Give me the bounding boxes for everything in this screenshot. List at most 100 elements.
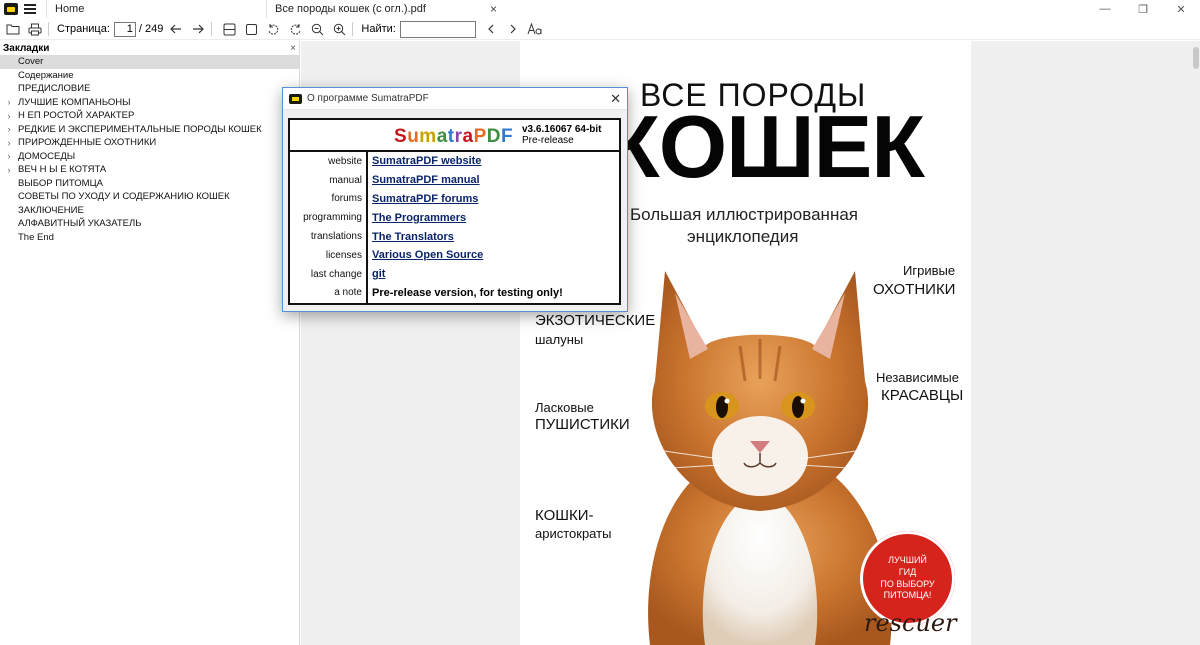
- about-header: SumatraPDF v3.6.16067 64-bit Pre-release: [290, 120, 619, 152]
- bookmark-item[interactable]: Содержание: [0, 69, 299, 83]
- bookmark-item[interactable]: › Н ЕП РОСТОЙ ХАРАКТЕР: [0, 109, 299, 123]
- logo-letter: m: [419, 126, 437, 147]
- find-prev-icon[interactable]: [482, 20, 500, 38]
- about-row: programming The Programmers: [290, 208, 619, 227]
- find-next-icon[interactable]: [504, 20, 522, 38]
- logo-letter: t: [447, 126, 455, 147]
- about-link[interactable]: SumatraPDF manual: [372, 174, 480, 186]
- bookmark-list: Cover Содержание ПРЕДИСЛОВИЕ › ЛУЧШИЕ КОМПАН…: [0, 55, 299, 244]
- scrollbar-thumb[interactable]: [1193, 47, 1199, 69]
- logo-letter: r: [454, 126, 463, 147]
- about-row: manual SumatraPDF manual: [290, 171, 619, 190]
- title-bar: Home Все породы кошек (с огл.).pdf × — ❐…: [0, 0, 1200, 18]
- cover-label: ПУШИСТИКИ: [535, 416, 630, 433]
- page-number-input[interactable]: 1: [113, 21, 136, 37]
- expand-chevron-icon[interactable]: ›: [0, 124, 18, 134]
- about-link[interactable]: The Programmers: [372, 212, 466, 224]
- cover-label: Независимые: [876, 370, 959, 385]
- bookmark-item[interactable]: СОВЕТЫ ПО УХОДУ И СОДЕРЖАНИЮ КОШЕК: [0, 190, 299, 204]
- bookmark-label: Содержание: [18, 69, 74, 81]
- vertical-scrollbar[interactable]: [1192, 41, 1200, 645]
- restore-button[interactable]: ❐: [1124, 0, 1162, 18]
- bookmarks-sidebar: Закладки × Cover Содержание ПРЕДИСЛОВИЕ › ЛУ…: [0, 41, 300, 645]
- dialog-title: О программе SumatraPDF: [307, 93, 429, 104]
- cover-label: Игривые: [903, 263, 956, 278]
- bookmark-item[interactable]: › ЛУЧШИЕ КОМПАНЬОНЫ: [0, 96, 299, 110]
- rotate-left-icon[interactable]: [264, 20, 282, 38]
- expand-chevron-icon[interactable]: ›: [0, 138, 18, 148]
- bookmark-label: АЛФАВИТНЫЙ УКАЗАТЕЛЬ: [18, 218, 142, 230]
- close-sidebar-icon[interactable]: ×: [290, 43, 296, 54]
- tab-document[interactable]: Все породы кошек (с огл.).pdf ×: [266, 0, 503, 18]
- about-link[interactable]: SumatraPDF forums: [372, 193, 478, 205]
- print-icon[interactable]: [26, 20, 44, 38]
- tab-home[interactable]: Home: [46, 0, 266, 18]
- bookmark-item[interactable]: The End: [0, 231, 299, 245]
- logo-letter: P: [473, 126, 487, 147]
- toolbar-separator: [211, 22, 213, 36]
- bookmark-label: ПРИРОЖДЕННЫЕ ОХОТНИКИ: [18, 137, 157, 149]
- close-window-button[interactable]: ✕: [1162, 0, 1200, 18]
- bookmark-item[interactable]: › ПРИРОЖДЕННЫЕ ОХОТНИКИ: [0, 136, 299, 150]
- window-controls: — ❐ ✕: [1086, 0, 1200, 18]
- about-link[interactable]: SumatraPDF website: [372, 155, 481, 167]
- bookmark-label: СОВЕТЫ ПО УХОДУ И СОДЕРЖАНИЮ КОШЕК: [18, 191, 230, 203]
- about-panel: SumatraPDF v3.6.16067 64-bit Pre-release…: [288, 118, 621, 305]
- bookmark-item[interactable]: ПРЕДИСЛОВИЕ: [0, 82, 299, 96]
- bookmark-item[interactable]: АЛФАВИТНЫЙ УКАЗАТЕЛЬ: [0, 217, 299, 231]
- tab-close-icon[interactable]: ×: [490, 2, 497, 16]
- bookmark-label: ЛУЧШИЕ КОМПАНЬОНЫ: [18, 96, 131, 108]
- about-key: manual: [329, 174, 362, 186]
- cover-label: КРАСАВЦЫ: [881, 387, 964, 404]
- match-case-icon[interactable]: [526, 20, 544, 38]
- expand-chevron-icon[interactable]: ›: [0, 111, 18, 121]
- divider: [366, 152, 368, 303]
- bookmark-label: ВЫБОР ПИТОМЦА: [18, 177, 103, 189]
- bookmark-item[interactable]: › ДОМОСЕДЫ: [0, 150, 299, 164]
- expand-chevron-icon[interactable]: ›: [0, 151, 18, 161]
- expand-chevron-icon[interactable]: ›: [0, 165, 18, 175]
- back-arrow-icon[interactable]: [167, 20, 185, 38]
- sumatra-logo: SumatraPDF: [394, 126, 513, 148]
- about-link[interactable]: Various Open Source: [372, 249, 483, 261]
- bookmark-item[interactable]: ВЫБОР ПИТОМЦА: [0, 177, 299, 191]
- about-key: translations: [310, 231, 362, 243]
- rotate-right-icon[interactable]: [286, 20, 304, 38]
- about-row: last change git: [290, 265, 619, 284]
- fit-page-icon[interactable]: [242, 20, 260, 38]
- about-key: licenses: [325, 249, 362, 261]
- cover-label: аристократы: [535, 526, 612, 541]
- about-rows: website SumatraPDF website manual SumatraPD…: [290, 152, 619, 303]
- about-key: last change: [310, 268, 362, 280]
- publisher-logo: rescuer: [864, 609, 957, 637]
- about-link[interactable]: git: [372, 268, 385, 280]
- open-folder-icon[interactable]: [4, 20, 22, 38]
- about-row: website SumatraPDF website: [290, 152, 619, 171]
- minimize-button[interactable]: —: [1086, 0, 1124, 18]
- single-page-icon[interactable]: [220, 20, 238, 38]
- expand-chevron-icon[interactable]: ›: [0, 97, 18, 107]
- cover-label: шалуны: [535, 332, 584, 347]
- tab-label: Home: [55, 3, 85, 15]
- cover-label: ОХОТНИКИ: [873, 281, 956, 298]
- forward-arrow-icon[interactable]: [189, 20, 207, 38]
- about-key: website: [328, 155, 362, 167]
- find-input[interactable]: [399, 20, 476, 38]
- hamburger-menu-icon[interactable]: [24, 4, 36, 14]
- bookmark-item[interactable]: Cover: [0, 55, 299, 69]
- sumatra-app-icon[interactable]: [4, 3, 18, 15]
- logo-letter: F: [501, 126, 514, 147]
- zoom-out-icon[interactable]: [308, 20, 326, 38]
- dialog-close-button[interactable]: ✕: [610, 91, 621, 107]
- bookmark-item[interactable]: › ВЕЧ Н Ы Е КОТЯТА: [0, 163, 299, 177]
- about-row: a note Pre-release version, for testing o…: [290, 284, 619, 303]
- bookmark-item[interactable]: › РЕДКИЕ И ЭКСПЕРИМЕНТАЛЬНЫЕ ПОРОДЫ КОШЕК: [0, 123, 299, 137]
- bookmark-label: Н ЕП РОСТОЙ ХАРАКТЕР: [18, 110, 135, 122]
- about-note: Pre-release version, for testing only!: [372, 286, 563, 299]
- logo-letter: S: [394, 126, 408, 147]
- bookmark-item[interactable]: ЗАКЛЮЧЕНИЕ: [0, 204, 299, 218]
- about-link[interactable]: The Translators: [372, 231, 454, 243]
- about-key: forums: [331, 193, 362, 205]
- badge-line: ЛУЧШИЙ: [888, 555, 927, 566]
- zoom-in-icon[interactable]: [330, 20, 348, 38]
